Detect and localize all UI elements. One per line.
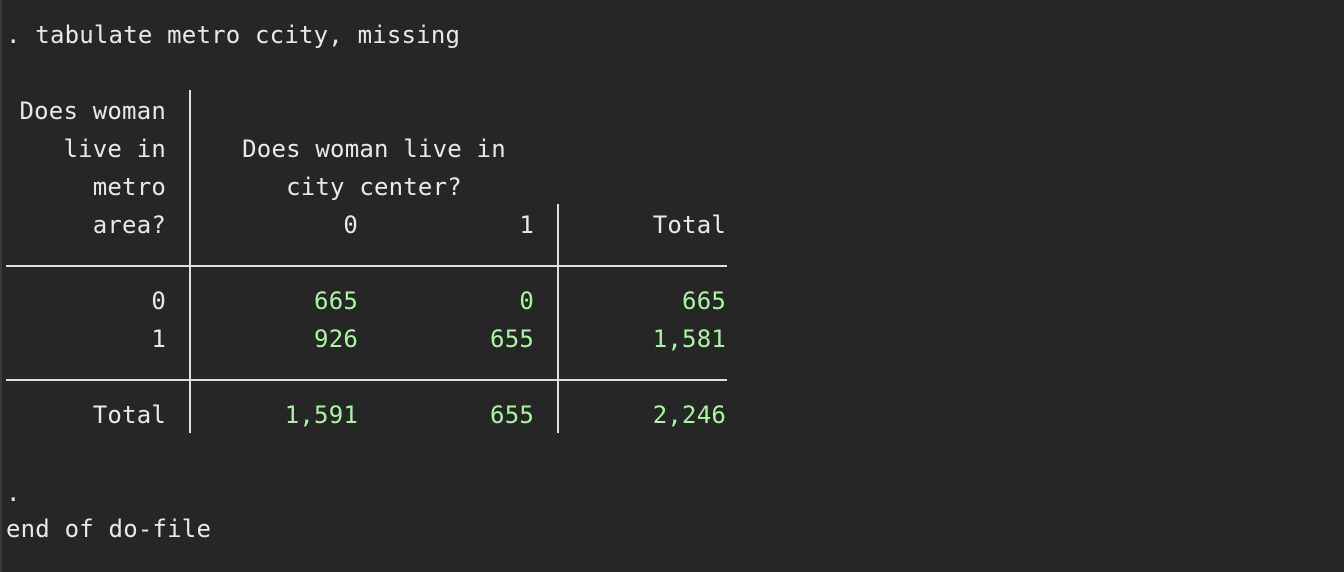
col-header-line-2: city center? <box>286 173 462 201</box>
total-cell-grand: 2,246 <box>652 401 726 429</box>
row-label-0: 0 <box>151 287 166 315</box>
end-of-do-file-message: end of do-file <box>6 515 212 543</box>
row-header-line-3: metro <box>92 173 166 201</box>
cell-0-0: 665 <box>314 287 358 315</box>
row-header-line-2: live in <box>63 135 166 163</box>
cell-1-total: 1,581 <box>652 325 726 353</box>
col-heading-total: Total <box>652 211 726 239</box>
col-heading-0: 0 <box>343 211 358 239</box>
cell-1-1: 655 <box>490 325 534 353</box>
command-line[interactable]: . tabulate metro ccity, missing <box>6 16 460 54</box>
total-cell-1: 655 <box>490 401 534 429</box>
horizontal-rule-header <box>6 265 727 267</box>
cell-1-0: 926 <box>314 325 358 353</box>
row-label-1: 1 <box>151 325 166 353</box>
col-header-line-1: Does woman live in <box>242 135 506 163</box>
cell-0-total: 665 <box>682 287 726 315</box>
col-heading-1: 1 <box>519 211 534 239</box>
vertical-rule-total <box>557 204 559 433</box>
vertical-rule-row-labels <box>189 90 191 433</box>
cell-0-1: 0 <box>519 287 534 315</box>
prompt-dot: . <box>6 479 21 507</box>
total-row-label: Total <box>92 401 166 429</box>
row-header-line-1: Does woman <box>19 97 166 125</box>
horizontal-rule-total <box>6 379 727 381</box>
total-cell-0: 1,591 <box>284 401 358 429</box>
row-header-line-4: area? <box>92 211 166 239</box>
